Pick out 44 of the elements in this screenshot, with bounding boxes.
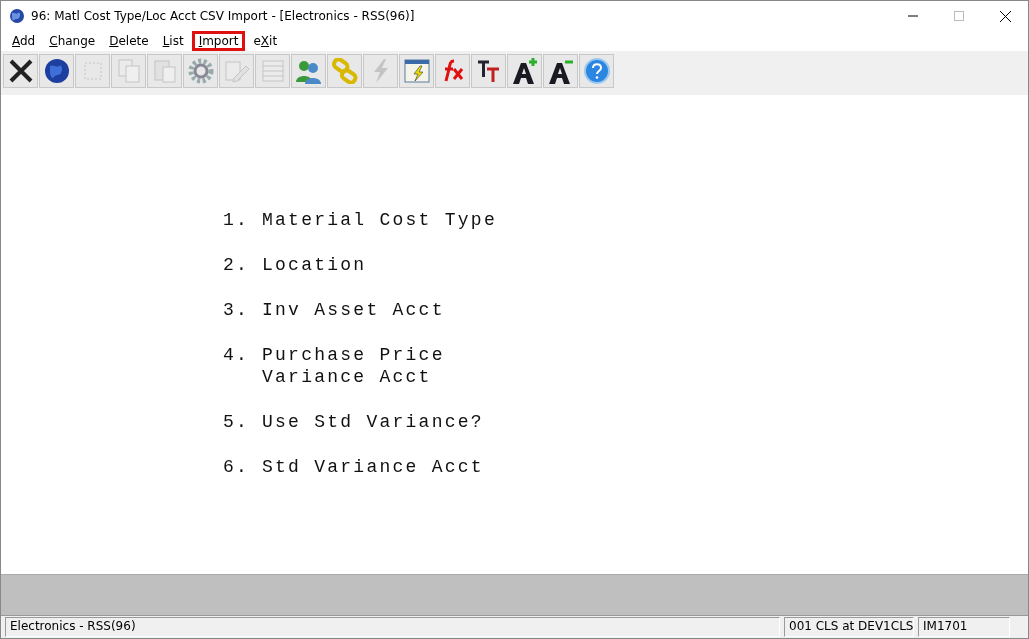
window-title: 96: Matl Cost Type/Loc Acct CSV Import - [Electronics - RSS(96)] [31,9,416,23]
close-icon [999,10,1011,22]
users-icon [294,58,323,84]
window-lightning-icon [403,59,430,83]
field-label: Location [262,255,367,275]
font-size-icon [476,59,501,83]
toolbar-button[interactable] [39,54,74,88]
close-icon [7,58,34,84]
field-label: Std Variance Acct [262,457,484,477]
field-label: Use Std Variance? [262,412,484,432]
menu-item[interactable]: List [156,31,190,51]
globe-icon [9,8,25,24]
toolbar-button[interactable] [471,54,506,88]
field-label: Inv Asset Acct [262,300,445,320]
menu-item[interactable]: eXit [247,31,284,51]
paste-icon [152,58,177,84]
menu-item[interactable]: Import [191,31,246,51]
field-label: Purchase Price [262,345,445,365]
field-number: 2. [223,255,251,275]
field-label: Material Cost Type [262,210,497,230]
edit-icon [223,58,250,84]
menu-item[interactable]: Add [6,31,42,51]
table-icon [260,59,285,83]
globe-icon [43,58,70,84]
gear-icon [187,58,214,84]
field-number: 1. [223,210,251,230]
toolbar-button[interactable] [507,54,542,88]
toolbar-button[interactable] [3,54,38,88]
status-program: IM1701 [918,617,1010,637]
copy-icon [116,58,141,84]
toolbar-button[interactable] [543,54,578,88]
chain-icon [331,58,358,84]
status-company: Electronics - RSS(96) [5,617,780,637]
field-number: 5. [223,412,251,432]
maximize-icon [954,11,964,21]
field-number: 4. [223,345,251,367]
increase-font-icon [510,57,539,85]
status-session: 001 CLS at DEV1CLS [784,617,914,637]
menu-item[interactable]: Delete [103,31,155,51]
field-number: 6. [223,457,251,477]
help-icon [582,57,611,85]
field-number: 3. [223,300,251,320]
menu-item[interactable]: Change [43,31,102,51]
field-label: Variance Acct [262,367,433,387]
